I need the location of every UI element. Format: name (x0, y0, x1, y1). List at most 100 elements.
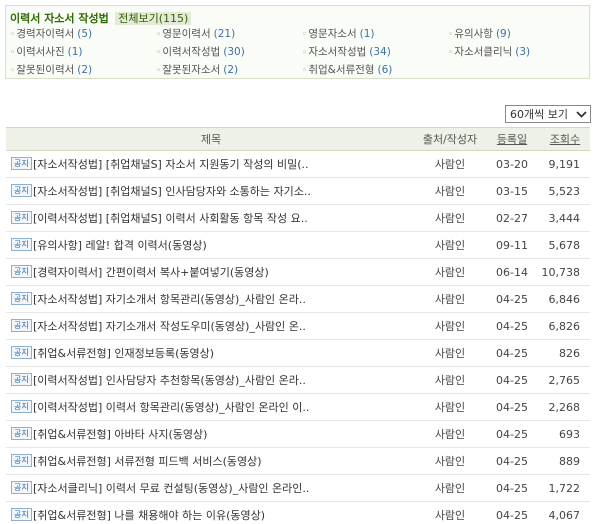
row-author: 사람인 (434, 266, 466, 279)
header-date[interactable]: 등록일 (484, 131, 540, 147)
category-item[interactable]: ◦경력자이력서 (5) (10, 27, 156, 42)
notice-badge: 공지 (11, 184, 32, 197)
row-views: 4,067 (548, 508, 581, 522)
row-author: 사람인 (434, 374, 466, 387)
row-date: 04-25 (496, 373, 528, 387)
post-title-link[interactable]: [유의사항] 레알! 합격 이력서(동영상) (33, 239, 207, 252)
category-count: (34) (369, 46, 391, 58)
post-title-link[interactable]: [이력서작성법] [취업채널S] 이력서 사회활동 항목 작성 요.. (33, 212, 308, 225)
row-author: 사람인 (434, 158, 466, 171)
post-title-link[interactable]: [자소서작성법] 자기소개서 항목관리(동영상)_사람인 온라.. (33, 293, 306, 306)
header-views[interactable]: 조회수 (540, 131, 590, 147)
row-author: 사람인 (434, 320, 466, 333)
post-title-link[interactable]: [자소서작성법] 자기소개서 작성도우미(동영상)_사람인 온.. (33, 320, 306, 333)
post-title-link[interactable]: [취업&서류전형] 나를 채용해야 하는 이유(동영상) (33, 509, 265, 522)
post-title-link[interactable]: [취업&서류전형] 인재정보등록(동영상) (33, 347, 214, 360)
bullet-icon: ◦ (156, 48, 162, 58)
category-item[interactable]: ◦영문자소서 (1) (302, 27, 448, 42)
row-date: 09-11 (496, 238, 528, 252)
row-author: 사람인 (434, 185, 466, 198)
category-item[interactable]: ◦취업&서류전형 (6) (302, 63, 448, 78)
table-row: 공지 [이력서작성법] 인사담당자 추천항목(동영상)_사람인 온라.. 사람인 04… (6, 367, 590, 394)
header-author: 출처/작성자 (422, 133, 478, 146)
category-title: 이력서 자소서 작성법 (10, 12, 109, 25)
post-title-link[interactable]: [자소서작성법] [취업채널S] 자소서 지원동기 작성의 비밀(.. (33, 158, 309, 171)
notice-badge: 공지 (11, 373, 32, 386)
bullet-icon: ◦ (448, 30, 454, 40)
category-item[interactable]: ◦자소서클리닉 (3) (448, 45, 586, 60)
category-item[interactable]: ◦이력서작성법 (30) (156, 45, 302, 60)
notice-badge: 공지 (11, 481, 32, 494)
category-item[interactable]: ◦영문이력서 (21) (156, 27, 302, 42)
row-views: 889 (559, 454, 580, 468)
row-title-cell: 공지 [자소서작성법] 자기소개서 항목관리(동영상)_사람인 온라.. (6, 291, 416, 307)
row-author: 사람인 (434, 428, 466, 441)
category-item[interactable]: ◦잘못된이력서 (2) (10, 63, 156, 78)
post-title-link[interactable]: [이력서작성법] 인사담당자 추천항목(동영상)_사람인 온라.. (33, 374, 306, 387)
row-title-cell: 공지 [이력서작성법] 인사담당자 추천항목(동영상)_사람인 온라.. (6, 372, 416, 388)
row-author: 사람인 (434, 212, 466, 225)
post-title-link[interactable]: [취업&서류전형] 아바타 사지(동영상) (33, 428, 207, 441)
row-date: 04-25 (496, 319, 528, 333)
row-date: 04-25 (496, 427, 528, 441)
category-name: 이력서작성법 (162, 46, 221, 58)
category-item[interactable]: ◦이력서사진 (1) (10, 45, 156, 60)
category-count: (9) (495, 28, 511, 40)
row-date: 04-25 (496, 292, 528, 306)
category-header: 이력서 자소서 작성법 전체보기(115) (10, 10, 192, 26)
category-count: (21) (213, 28, 236, 40)
category-item[interactable]: ◦유의사항 (9) (448, 27, 586, 42)
table-header: 제목 출처/작성자 등록일 조회수 (6, 127, 590, 151)
category-count: (1) (67, 46, 83, 58)
row-title-cell: 공지 [자소서작성법] [취업채널S] 자소서 지원동기 작성의 비밀(.. (6, 156, 416, 172)
table-row: 공지 [자소서클리닉] 이력서 무료 컨설팅(동영상)_사람인 온라인.. 사람인 0… (6, 475, 590, 502)
row-views: 6,846 (548, 292, 581, 306)
post-title-link[interactable]: [경력자이력서] 간편이력서 복사+붙여넣기(동영상) (33, 266, 269, 279)
table-row: 공지 [취업&서류전형] 아바타 사지(동영상) 사람인 04-25 693 (6, 421, 590, 448)
bullet-icon: ◦ (156, 66, 162, 76)
category-name: 자소서클리닉 (454, 46, 513, 58)
category-name: 영문이력서 (162, 28, 211, 40)
category-count: (5) (77, 28, 93, 40)
row-views: 693 (559, 427, 580, 441)
table-row: 공지 [이력서작성법] [취업채널S] 이력서 사회활동 항목 작성 요.. 사람인… (6, 205, 590, 232)
row-title-cell: 공지 [경력자이력서] 간편이력서 복사+붙여넣기(동영상) (6, 264, 416, 280)
page-size-value: 60개씩 보기 (510, 108, 568, 121)
header-title: 제목 (200, 133, 222, 146)
category-item[interactable]: ◦자소서작성법 (34) (302, 45, 448, 60)
post-title-link[interactable]: [자소서클리닉] 이력서 무료 컨설팅(동영상)_사람인 온라인.. (33, 482, 309, 495)
bullet-icon: ◦ (156, 30, 162, 40)
page-size-select[interactable]: 60개씩 보기 (505, 105, 591, 123)
row-date: 04-25 (496, 508, 528, 522)
post-title-link[interactable]: [취업&서류전형] 서류전형 피드백 서비스(동영상) (33, 455, 262, 468)
notice-badge: 공지 (11, 427, 32, 440)
row-title-cell: 공지 [취업&서류전형] 나를 채용해야 하는 이유(동영상) (6, 507, 416, 523)
post-title-link[interactable]: [이력서작성법] 이력서 항목관리(동영상)_사람인 온라인 이.. (33, 401, 309, 414)
bullet-icon: ◦ (302, 48, 308, 58)
row-date: 04-25 (496, 481, 528, 495)
row-views: 5,523 (548, 184, 581, 198)
category-count: (2) (223, 64, 239, 76)
row-title-cell: 공지 [이력서작성법] 이력서 항목관리(동영상)_사람인 온라인 이.. (6, 399, 416, 415)
table-row: 공지 [자소서작성법] [취업채널S] 자소서 지원동기 작성의 비밀(.. 사람인… (6, 151, 590, 178)
notice-badge: 공지 (11, 211, 32, 224)
category-count: (3) (515, 46, 531, 58)
notice-badge: 공지 (11, 346, 32, 359)
bullet-icon: ◦ (10, 66, 16, 76)
row-date: 04-25 (496, 400, 528, 414)
notice-badge: 공지 (11, 454, 32, 467)
category-count: (6) (377, 64, 393, 76)
notice-badge: 공지 (11, 400, 32, 413)
row-views: 9,191 (548, 157, 581, 171)
table-row: 공지 [자소서작성법] 자기소개서 항목관리(동영상)_사람인 온라.. 사람인 04… (6, 286, 590, 313)
table-row: 공지 [취업&서류전형] 나를 채용해야 하는 이유(동영상) 사람인 04-25 4,… (6, 502, 590, 524)
table-row: 공지 [유의사항] 레알! 합격 이력서(동영상) 사람인 09-11 5,678 (6, 232, 590, 259)
chevron-down-icon (576, 111, 587, 118)
post-title-link[interactable]: [자소서작성법] [취업채널S] 인사담당자와 소통하는 자기소.. (33, 185, 311, 198)
bullet-icon: ◦ (302, 66, 308, 76)
category-item[interactable]: ◦잘못된자소서 (2) (156, 63, 302, 78)
view-all-link[interactable]: 전체보기(115) (115, 12, 192, 25)
table-row: 공지 [경력자이력서] 간편이력서 복사+붙여넣기(동영상) 사람인 06-14 10,… (6, 259, 590, 286)
row-date: 06-14 (496, 265, 528, 279)
table-row: 공지 [취업&서류전형] 서류전형 피드백 서비스(동영상) 사람인 04-25 889 (6, 448, 590, 475)
